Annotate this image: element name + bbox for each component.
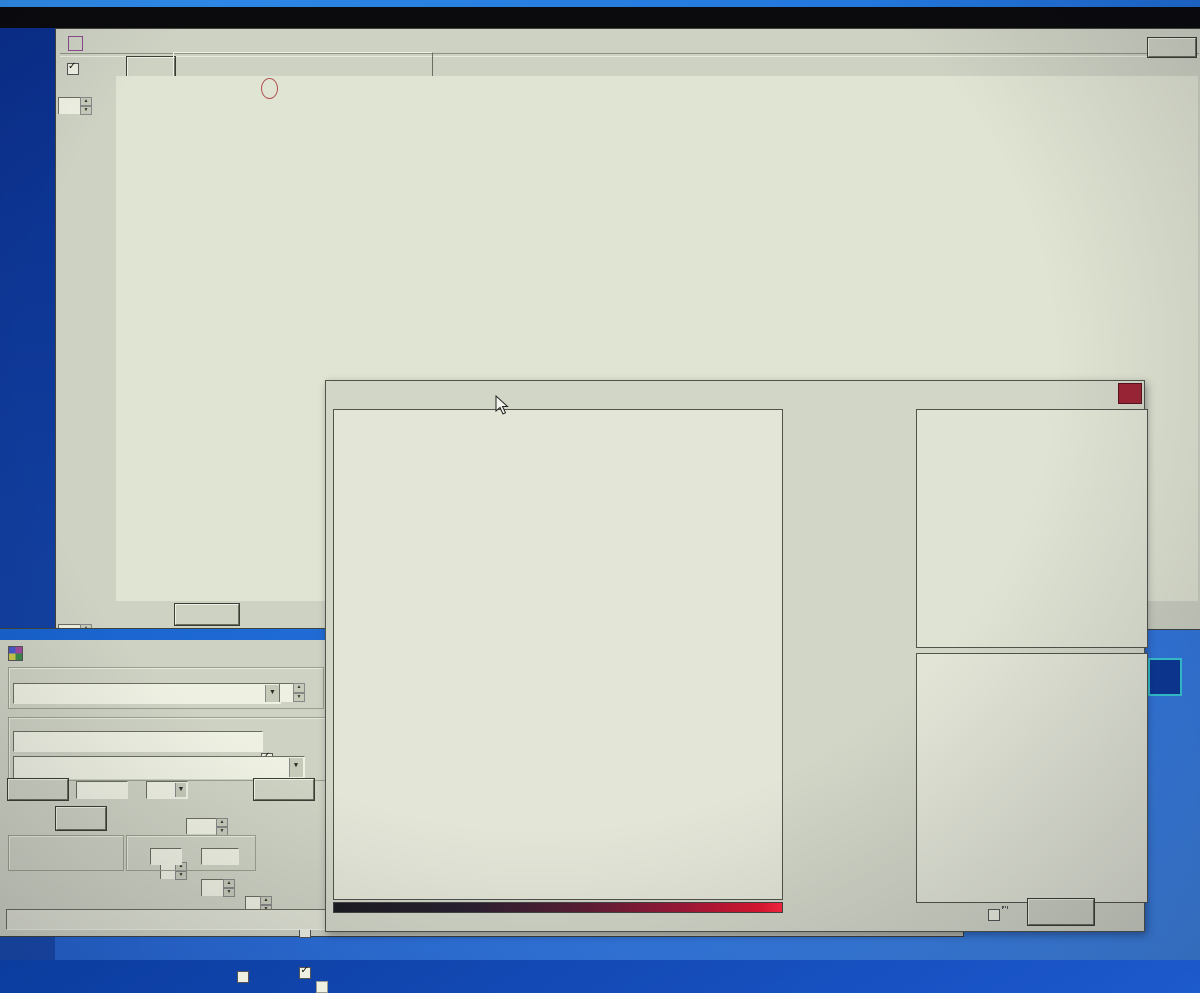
points-arrows[interactable]: ▲▼ [223,879,235,896]
mouse-cursor [495,395,511,417]
modulation-chart [917,410,1144,644]
constellation-plot[interactable] [334,410,779,896]
satellite-field[interactable] [13,731,263,752]
down-arrow-icon[interactable]: ▼ [223,888,235,897]
freq-step-groupbox [8,835,124,871]
autosize-button[interactable] [175,604,239,625]
up-arrow-icon[interactable]: ▲ [223,879,235,888]
up-arrow-icon[interactable]: ▲ [80,97,92,106]
save-button[interactable] [1148,38,1196,57]
status-bar [6,909,328,930]
screen-top-edge [0,0,1200,7]
close-button[interactable] [1118,383,1142,404]
down-arrow-icon[interactable]: ▼ [175,871,187,880]
min-field[interactable] [150,848,182,865]
spectrum-button[interactable] [56,807,106,830]
device-index-arrows[interactable]: ▲▼ [293,683,305,702]
symbolrate-arrows[interactable]: ▲▼ [216,818,228,834]
marker-frequency-annotation [241,469,253,599]
chevron-down-icon[interactable]: ▼ [175,783,186,797]
chevron-down-icon[interactable]: ▼ [289,758,303,777]
blindscan-button[interactable] [127,57,175,78]
points-value [201,879,223,896]
rfi-chart [917,654,1144,899]
rfi-auto-checkbox[interactable] [988,909,1000,921]
device-combobox[interactable]: ▼ [13,683,281,704]
points-spinner[interactable]: ▲▼ [201,879,235,896]
satellite-header-box [173,52,433,78]
band-combobox[interactable]: ▼ [146,781,188,799]
peak-level-annotation [249,305,259,331]
iq-window-icon [8,646,23,661]
down-arrow-icon[interactable]: ▼ [80,106,92,115]
feed-report-button[interactable] [8,779,68,800]
device-index-spinner[interactable]: ▲▼ [279,683,305,702]
screen-top-bezel [0,7,1200,28]
set-channel-button[interactable] [254,779,314,800]
auto-checkbox[interactable] [67,63,79,75]
device-index-value [279,683,293,702]
show-checkbox[interactable] [316,981,328,993]
symbolrate-value [186,818,216,834]
chevron-down-icon[interactable]: ▼ [265,685,279,702]
up-arrow-icon[interactable]: ▲ [293,683,305,693]
transponder-combobox[interactable]: ▼ [13,756,305,779]
rfi-chart-panel [916,653,1148,903]
clear-checkbox[interactable] [299,967,311,979]
gain-spinner-arrows[interactable]: ▲▼ [80,97,92,114]
auto-sr-checkbox[interactable] [237,971,249,983]
feed-report-window [325,380,1145,932]
up-arrow-icon[interactable]: ▲ [260,896,272,905]
frequency-field[interactable] [76,781,128,799]
desktop-icon[interactable] [1148,658,1182,696]
rfi-save-button[interactable] [1028,899,1094,925]
transponder-marker-badge [261,78,278,99]
modulation-chart-panel [916,409,1148,648]
constellation-panel [333,409,783,900]
up-arrow-icon[interactable]: ▲ [216,818,228,827]
gain-spinner-value [58,97,80,114]
max-field[interactable] [201,848,239,865]
gain-spinner[interactable]: ▲▼ [58,97,92,114]
quality-gradient-bar [333,902,783,913]
spectrum-window-icon [68,36,83,51]
symbolrate-spinner[interactable]: ▲▼ [186,818,228,834]
down-arrow-icon[interactable]: ▼ [293,693,305,703]
